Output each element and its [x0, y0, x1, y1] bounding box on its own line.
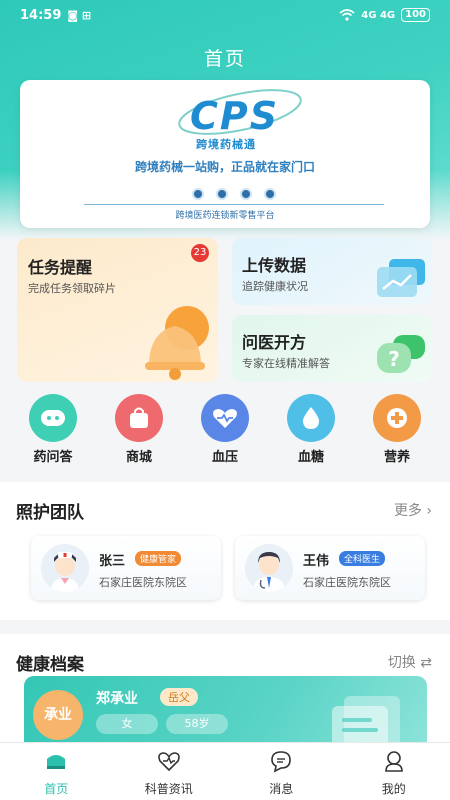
heart-outline-icon: [157, 752, 180, 772]
quick-link-label: 营养: [383, 450, 410, 465]
logo-subtitle: 跨境药械通: [196, 138, 256, 151]
quick-link-label: 商城: [125, 450, 152, 465]
record-name: 郑承业: [96, 691, 138, 707]
member-hospital: 石家庄医院东院区: [303, 576, 391, 589]
network-label: 4G 4G: [361, 9, 396, 21]
quick-link-label: 药问答: [33, 450, 73, 465]
member-role-tag: 健康管家: [135, 551, 182, 566]
robot-icon: [29, 394, 77, 442]
banner-dot: [264, 188, 276, 200]
page-title: 首页: [203, 48, 246, 70]
svg-text:?: ?: [388, 347, 400, 371]
doctor-card-subtitle: 专家在线精准解答: [242, 357, 330, 370]
care-team-section: 照护团队 更多 › 张三 健康管家 石家庄医院东院区 王伟 全科医生 石家庄医院…: [0, 482, 450, 620]
nutrition-plus-icon: [373, 394, 421, 442]
wifi-icon: [339, 9, 355, 21]
nav-messages[interactable]: 消息: [225, 743, 337, 800]
quick-link-blood-pressure[interactable]: 血压: [190, 394, 260, 465]
record-gender: 女: [96, 714, 158, 734]
banner-indicators: [192, 188, 276, 200]
quick-link-nutrition[interactable]: 营养: [362, 394, 432, 465]
home-icon: [47, 755, 66, 769]
nav-label: 首页: [44, 782, 69, 796]
more-label: 更多: [393, 503, 422, 519]
switch-label: 切换: [387, 655, 416, 671]
record-age: 58岁: [166, 714, 228, 734]
member-name: 王伟: [303, 554, 330, 569]
quick-link-label: 血压: [211, 450, 238, 465]
question-bubble-icon: ?: [377, 335, 425, 373]
section-title: 照护团队: [16, 503, 84, 523]
quick-link-mall[interactable]: 商城: [104, 394, 174, 465]
upload-data-card[interactable]: 上传数据 追踪健康状况: [232, 238, 432, 305]
status-time: 14:59: [20, 7, 62, 23]
banner-dot: [216, 188, 228, 200]
member-name: 张三: [99, 554, 126, 569]
promo-banner[interactable]: CPS 跨境药械通 跨境药械一站购，正品就在家门口 跨境医药连锁新零售平台: [20, 80, 430, 228]
health-record-section: 健康档案 切换 ⇄ 承业 郑承业 岳父 女 58岁: [0, 634, 450, 756]
nav-profile[interactable]: 我的: [338, 743, 450, 800]
nav-label: 我的: [381, 782, 406, 796]
profile-icon: [384, 751, 403, 772]
heart-pulse-icon: [201, 394, 249, 442]
status-bar: 14:59 ◙ ⊞ 4G 4G 100: [0, 0, 450, 30]
member-role-tag: 全科医生: [339, 551, 386, 566]
task-card-subtitle: 完成任务领取碎片: [28, 282, 116, 295]
task-card-title: 任务提醒: [28, 258, 93, 277]
chart-trend-icon: [377, 259, 425, 297]
message-icon: [271, 751, 292, 773]
swap-arrows-icon: ⇄: [420, 655, 432, 671]
banner-slogan: 跨境药械一站购，正品就在家门口: [134, 160, 315, 174]
bell-icon: [145, 306, 209, 380]
banner-divider: [84, 204, 384, 205]
banner-platform-text: 跨境医药连锁新零售平台: [175, 211, 275, 221]
notification-icons: ◙ ⊞: [67, 8, 92, 22]
doctor-avatar: [245, 544, 293, 592]
quick-link-drug-qa[interactable]: 药问答: [18, 394, 88, 465]
upload-card-subtitle: 追踪健康状况: [242, 280, 308, 293]
nav-home[interactable]: 首页: [0, 743, 112, 800]
record-relation-tag: 岳父: [160, 688, 198, 706]
task-reminder-card[interactable]: 任务提醒 完成任务领取碎片 23: [17, 238, 218, 382]
banner-dot: [192, 188, 204, 200]
care-member-card[interactable]: 张三 健康管家 石家庄医院东院区: [31, 536, 221, 600]
logo-text: CPS: [190, 94, 280, 138]
nurse-avatar: [41, 544, 89, 592]
member-hospital: 石家庄医院东院区: [99, 576, 187, 589]
record-avatar: 承业: [33, 690, 83, 740]
blood-drop-icon: [287, 394, 335, 442]
task-count-badge: 23: [191, 244, 209, 262]
quick-link-label: 血糖: [297, 450, 324, 465]
upload-card-title: 上传数据: [242, 256, 307, 275]
chevron-right-icon: ›: [426, 503, 432, 519]
cps-logo: CPS 跨境药械通: [170, 86, 310, 151]
more-link[interactable]: 更多 ›: [394, 500, 432, 520]
switch-button[interactable]: 切换 ⇄: [388, 652, 432, 672]
banner-dot: [240, 188, 252, 200]
quick-links: 药问答 商城 血压 血糖 营养: [18, 394, 432, 465]
section-title: 健康档案: [16, 655, 84, 675]
nav-label: 科普资讯: [144, 782, 193, 796]
battery-icon: 100: [401, 8, 430, 22]
ask-doctor-card[interactable]: 问医开方 专家在线精准解答 ?: [232, 315, 432, 382]
care-member-card[interactable]: 王伟 全科医生 石家庄医院东院区: [235, 536, 425, 600]
doctor-card-title: 问医开方: [242, 333, 307, 352]
nav-label: 消息: [269, 782, 294, 796]
nav-science-news[interactable]: 科普资讯: [113, 743, 225, 800]
bottom-nav: 首页 科普资讯 消息 我的: [0, 742, 450, 800]
quick-link-blood-sugar[interactable]: 血糖: [276, 394, 346, 465]
shopping-bag-icon: [115, 394, 163, 442]
